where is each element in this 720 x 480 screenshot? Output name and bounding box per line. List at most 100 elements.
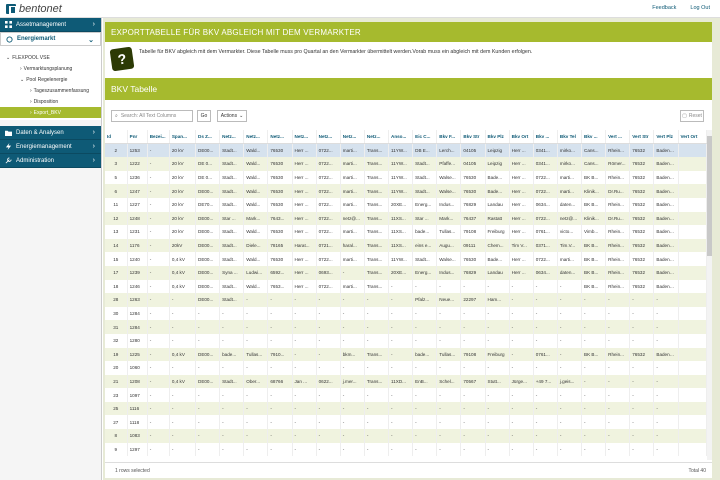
table-cell: - bbox=[388, 388, 414, 402]
table-cell: - bbox=[388, 293, 414, 307]
sidebar-section-energiemarkt[interactable]: Energiemarkt ⌄ bbox=[0, 32, 101, 46]
table-cell: 11XS... bbox=[388, 225, 414, 239]
table-row[interactable]: 30 1284- - - - - - - - - - - - - - - - - - - - - - bbox=[105, 306, 707, 321]
column-header[interactable]: Bkv ... bbox=[581, 130, 607, 145]
column-header[interactable]: Netz... bbox=[219, 130, 245, 145]
table-cell: Trans... bbox=[364, 252, 390, 266]
table-row[interactable]: 32 1280- - - - - - - - - - - - - - - - - - - - - - bbox=[105, 333, 707, 348]
sidebar-section-administration[interactable]: Administration › bbox=[0, 154, 101, 168]
table-cell: DE00... bbox=[195, 238, 221, 253]
table-row[interactable]: 25 1116- - - - - - - - - - - - - - - - - - - - - - bbox=[105, 401, 707, 416]
go-button[interactable]: Go bbox=[197, 110, 211, 122]
column-header[interactable]: Netz... bbox=[292, 130, 317, 145]
table-row[interactable]: 13 1231-20 kV DE00... Stadt... Wald... 76530 H… bbox=[105, 225, 707, 239]
table-row[interactable]: 31 1284- - - - - - - - - - - - - - - - - - - - - - bbox=[105, 320, 707, 334]
column-header[interactable]: Vert Ort bbox=[678, 130, 707, 145]
table-row[interactable]: 21 1208-0,4 kV DE00... Stadt... Ober... 68766… bbox=[105, 374, 707, 389]
column-header[interactable]: Ds Z... bbox=[195, 130, 221, 145]
table-row[interactable]: 23 1097- - - - - - - - - - - - - - - - - - - - - - bbox=[105, 388, 707, 402]
table-cell: - bbox=[219, 415, 245, 430]
table-cell: DE00... bbox=[195, 143, 221, 158]
column-header[interactable]: Eic C... bbox=[412, 130, 438, 145]
table-cell: Schel... bbox=[436, 374, 462, 389]
table-cell: - bbox=[388, 347, 414, 362]
column-header[interactable]: Bkv F... bbox=[436, 130, 462, 145]
column-header[interactable]: Bkv Plz bbox=[485, 130, 510, 145]
table-row[interactable]: 18 1246-0,4 kV DE00... Stadt... Wald... 7653.… bbox=[105, 279, 707, 294]
table-cell: j.mer... bbox=[340, 374, 365, 389]
table-row[interactable]: 14 1176-20kV DE00... Stadt... Diele... 78165 H… bbox=[105, 238, 707, 253]
column-header[interactable]: Anso... bbox=[388, 130, 414, 145]
table-row[interactable]: 3 1222-20 kV DE 0... Stadt... Wald... 76530 He… bbox=[105, 157, 707, 171]
column-header[interactable]: Bkv ... bbox=[533, 130, 558, 145]
column-header[interactable]: Bezei... bbox=[147, 130, 170, 145]
table-row[interactable]: 12 1248-20 kV DE00... Star ... Mark... 7643..… bbox=[105, 211, 707, 226]
table-row[interactable]: 8 1083- - - - - - - - - - - - - - - - - - - - - - bbox=[105, 429, 707, 443]
table-cell: Herr ... bbox=[292, 265, 317, 280]
table-cell: - bbox=[219, 388, 245, 402]
tree-item-flexpool[interactable]: ⌄ FLEXPOOL VSE bbox=[0, 52, 101, 63]
reset-button[interactable]: ▢ Reset bbox=[680, 110, 704, 122]
table-row[interactable]: 19 1225-0,4 kV DE00... bade... Tullas... 7910… bbox=[105, 347, 707, 362]
column-header[interactable]: Bkv Tel bbox=[557, 130, 583, 145]
sidebar-section-label: Administration bbox=[16, 157, 55, 164]
tree-item-tageszusammenfassung[interactable]: › Tageszusammenfassung bbox=[0, 85, 101, 96]
column-header[interactable]: Netz... bbox=[364, 130, 390, 145]
column-header[interactable]: Vert Str bbox=[629, 130, 655, 145]
table-cell: - bbox=[340, 320, 365, 334]
table-row[interactable]: 6 1247-20 kV DE00... Stadt... Wald... 76530 He… bbox=[105, 184, 707, 198]
tree-item-vermarktungsplanung[interactable]: › Vermarktungsplanung bbox=[0, 63, 101, 74]
table-row[interactable]: 27 1118- - - - - - - - - - - - - - - - - - - - - - bbox=[105, 415, 707, 430]
column-header[interactable]: Bkv Ort bbox=[509, 130, 534, 145]
column-header[interactable]: Bkv Str bbox=[460, 130, 486, 145]
table-cell: - bbox=[533, 429, 558, 443]
scrollbar-thumb[interactable] bbox=[707, 136, 712, 256]
table-cell: - bbox=[436, 361, 462, 375]
table-row[interactable]: 15 1240-0,4 kV DE00... Stadt... Wald... 76530… bbox=[105, 252, 707, 266]
table-cell: - bbox=[169, 293, 197, 307]
table-row[interactable]: 28 1263- - DE00... Stadt... - - - - - - - Pfalz... Ne… bbox=[105, 293, 707, 307]
column-header[interactable]: Netz... bbox=[316, 130, 341, 145]
table-row[interactable]: 11 1227-20 kV DE70... Stadt... Wald... 76530 H… bbox=[105, 197, 707, 212]
sidebar-section-daten-analysen[interactable]: Daten & Analysen › bbox=[0, 126, 101, 140]
top-bar: bentonet Feedback Log Out bbox=[0, 0, 720, 18]
table-cell: 1227 bbox=[127, 197, 148, 212]
table-row[interactable]: 17 1239-0,4 kV DE00... Syna ... Ludwi... 6592… bbox=[105, 265, 707, 280]
table-cell: - bbox=[460, 442, 486, 457]
tree-item-pool-regelenergie[interactable]: ⌄ Pool Regelenergie bbox=[0, 74, 101, 85]
table-cell: Vimb... bbox=[581, 225, 607, 239]
column-header[interactable]: Span... bbox=[169, 130, 197, 145]
column-header[interactable]: Vert Plz bbox=[653, 130, 679, 145]
table-cell: 1247 bbox=[127, 184, 148, 198]
table-cell: - bbox=[388, 306, 414, 321]
table-cell: 0,4 kV bbox=[169, 265, 197, 280]
tree-item-export-bkv[interactable]: › Export_BKV bbox=[0, 107, 101, 118]
search-input[interactable]: ⌕ Search: All Text Columns bbox=[111, 110, 193, 122]
column-header[interactable]: Id bbox=[105, 130, 128, 145]
column-header[interactable]: Vert ... bbox=[605, 130, 631, 145]
table-cell: 31 bbox=[105, 320, 128, 334]
table-cell: 6 bbox=[105, 184, 128, 198]
table-cell: 20 kV bbox=[169, 225, 197, 239]
table-cell: 1222 bbox=[127, 157, 148, 171]
sidebar-section-assetmanagement[interactable]: Assetmanagement › bbox=[0, 18, 101, 32]
table-cell: 1236 bbox=[127, 170, 148, 185]
vertical-scrollbar[interactable] bbox=[707, 130, 712, 460]
logo[interactable]: bentonet bbox=[6, 2, 62, 16]
column-header[interactable]: Netz... bbox=[267, 130, 293, 145]
actions-menu[interactable]: Actions ⌄ bbox=[217, 110, 247, 122]
table-cell: Harat... bbox=[292, 238, 317, 253]
table-row[interactable]: 9 1297- - - - - - - - - - - - - - - - - - - - - - bbox=[105, 442, 707, 457]
logout-link[interactable]: Log Out bbox=[690, 5, 710, 11]
table-cell: Star ... bbox=[412, 211, 438, 226]
table-row[interactable]: 2 1253-20 kV DE00... Stadt... Wald... 76530 He… bbox=[105, 143, 707, 158]
feedback-link[interactable]: Feedback bbox=[652, 5, 676, 11]
tree-item-disposition[interactable]: › Disposition bbox=[0, 96, 101, 107]
table-row[interactable]: 20 1060- - - - - - - - - - - - - - - - - - - - - - bbox=[105, 361, 707, 375]
sidebar-section-energiemanagement[interactable]: Energiemanagement › bbox=[0, 140, 101, 154]
column-header[interactable]: Netz... bbox=[340, 130, 365, 145]
column-header[interactable]: Netz... bbox=[243, 130, 269, 145]
table-cell: - bbox=[147, 361, 170, 375]
column-header[interactable]: Pnr bbox=[127, 130, 148, 145]
table-row[interactable]: 5 1236-20 kV DE 0... Stadt... Wald... 76530 He… bbox=[105, 170, 707, 185]
